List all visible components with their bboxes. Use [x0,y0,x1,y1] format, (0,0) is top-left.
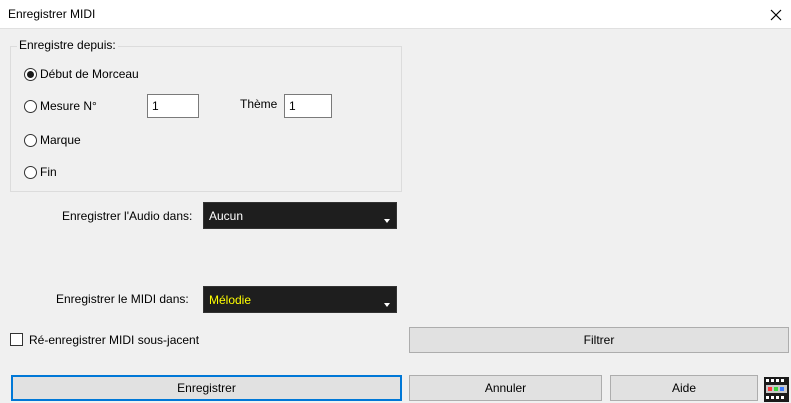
theme-label: Thème [240,97,278,111]
radio-song-start[interactable]: Début de Morceau [24,67,139,81]
theme-input[interactable]: 1 [284,94,332,118]
dropdown-arrow-icon [384,219,390,223]
title-bar: Enregistrer MIDI [0,0,791,29]
radio-measure[interactable]: Mesure N° [24,99,97,113]
radio-marker[interactable]: Marque [24,133,81,147]
radio-song-start-circle[interactable] [24,67,37,81]
dropdown-arrow-icon [384,303,390,307]
radio-measure-circle[interactable] [24,99,37,113]
filter-button[interactable]: Filtrer [409,327,789,353]
film-strip-icon[interactable] [764,377,789,402]
audio-target-label: Enregistrer l'Audio dans: [62,209,193,223]
record-button[interactable]: Enregistrer [11,375,402,401]
radio-end-label: Fin [40,165,57,179]
cancel-button[interactable]: Annuler [409,375,602,401]
close-button[interactable] [761,0,791,29]
record-from-label: Enregistre depuis: [17,38,118,52]
radio-marker-label: Marque [40,133,81,147]
audio-target-value: Aucun [209,209,244,223]
radio-selected-dot [27,70,34,78]
midi-target-value: Mélodie [209,293,252,307]
radio-end-circle[interactable] [24,165,37,179]
close-icon [770,9,782,20]
midi-target-label: Enregistrer le MIDI dans: [56,292,189,306]
rerecord-checkbox[interactable] [10,333,23,346]
radio-end[interactable]: Fin [24,165,57,179]
audio-target-dropdown[interactable]: Aucun [203,202,397,229]
radio-marker-circle[interactable] [24,133,37,147]
radio-song-start-label: Début de Morceau [40,67,139,81]
radio-measure-label: Mesure N° [40,99,97,113]
help-button[interactable]: Aide [610,375,758,401]
window-title: Enregistrer MIDI [8,7,96,21]
midi-target-dropdown[interactable]: Mélodie [203,286,397,313]
rerecord-label: Ré-enregistrer MIDI sous-jacent [29,333,200,347]
measure-number-input[interactable]: 1 [147,94,199,118]
